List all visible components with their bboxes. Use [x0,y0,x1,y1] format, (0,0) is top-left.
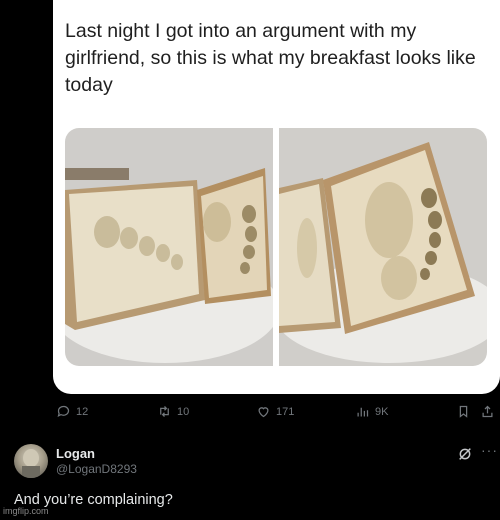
avatar[interactable] [14,444,48,478]
reply-count: 12 [76,405,89,418]
tweet-actions: 12 10 171 9K [0,404,500,426]
share-icon [482,405,493,418]
user-handle[interactable]: @LoganD8293 [56,462,137,476]
bookmark-action[interactable] [456,404,471,419]
like-count: 171 [276,405,295,418]
reply-tweet[interactable]: Logan @LoganD8293 ··· And you’re complai… [0,430,500,520]
tweet-text: Last night I got into an argument with m… [65,20,476,96]
views-action[interactable]: 9K [355,404,388,419]
repost-count: 10 [177,405,190,418]
tweet-photo-left[interactable] [65,128,273,366]
bookmark-icon [459,405,468,418]
like-action[interactable]: 171 [256,404,294,419]
more-options-icon[interactable]: ··· [481,442,498,458]
tweet-photo-right[interactable] [279,128,487,366]
embedded-tweet-card[interactable]: Last night I got into an argument with m… [53,0,500,394]
repost-icon [160,406,169,417]
grok-icon[interactable] [457,446,473,462]
repost-action[interactable]: 10 [157,404,189,419]
reply-icon [57,405,70,418]
views-icon [357,407,369,417]
share-action[interactable] [480,404,495,419]
heart-icon [258,407,269,418]
reply-action[interactable]: 12 [56,404,88,419]
views-count: 9K [375,405,389,418]
watermark: imgflip.com [3,506,49,516]
user-name[interactable]: Logan [56,446,95,461]
